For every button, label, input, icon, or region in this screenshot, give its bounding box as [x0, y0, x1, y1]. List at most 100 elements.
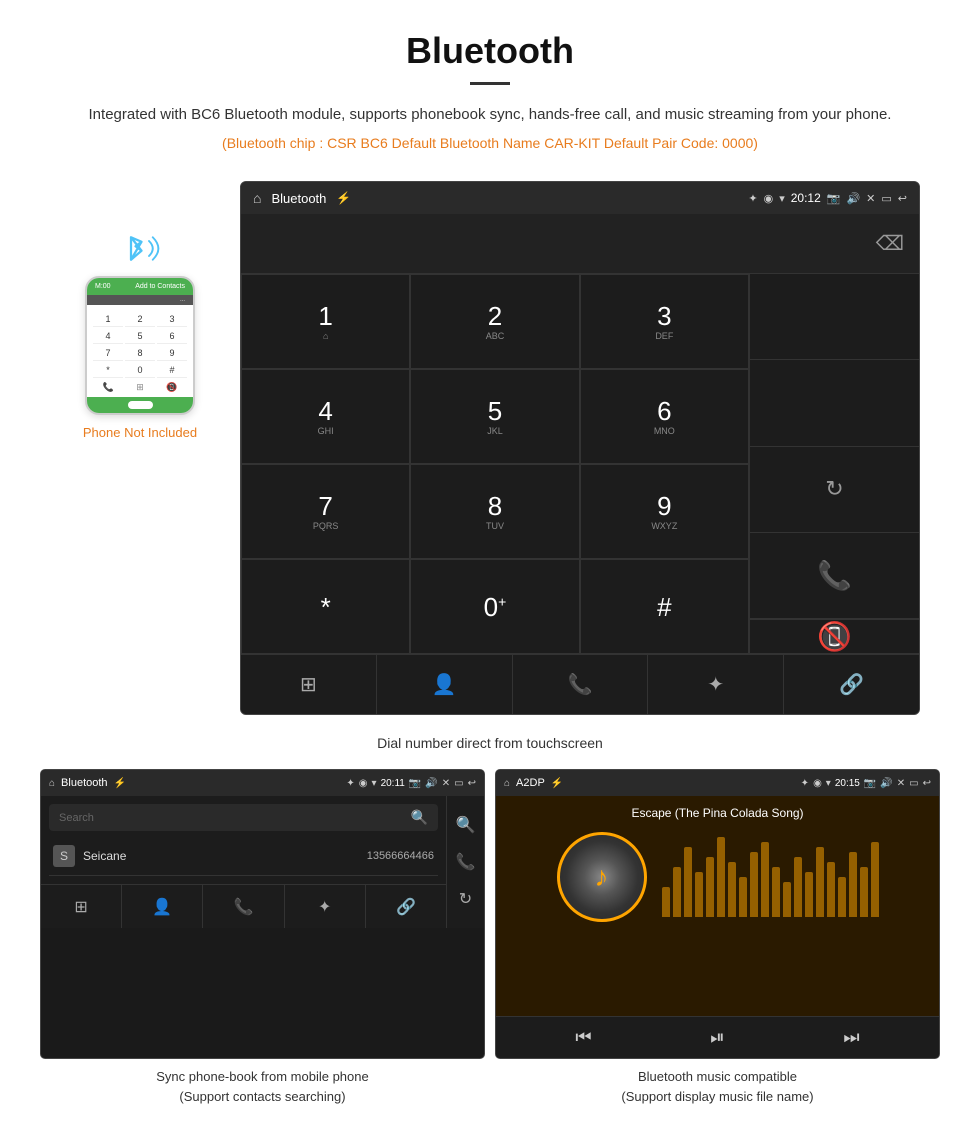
home-icon: ⌂ — [253, 190, 261, 206]
dial-key-6[interactable]: 6 MNO — [580, 369, 749, 464]
eq-bar — [750, 852, 758, 917]
next-icon[interactable]: ⏭ — [843, 1027, 859, 1048]
eq-bar — [772, 867, 780, 917]
dial-display[interactable]: ⌫ — [241, 214, 919, 274]
phonebook-content-area: Search 🔍 S Seicane 13566664466 ⊞ � — [41, 796, 484, 928]
phonebook-status-bar: ⌂ Bluetooth ⚡ ✦ ◉ ▾ 20:11 📷 🔊 ✕ ▭ ↩ — [41, 770, 484, 796]
page-title: Bluetooth — [60, 30, 920, 72]
dialpad-call-green[interactable]: 📞 — [750, 533, 919, 619]
music-wifi-icon: ▾ — [826, 778, 831, 789]
eq-bar — [684, 847, 692, 917]
dialpad-call-red[interactable]: 📵 — [750, 620, 919, 654]
backspace-icon[interactable]: ⌫ — [876, 231, 904, 256]
location-icon: ◉ — [764, 192, 774, 205]
pb-back-icon: ↩ — [468, 778, 476, 789]
phone-not-included-label: Phone Not Included — [83, 425, 197, 440]
pb-bt-icon: ✦ — [346, 778, 354, 789]
grid-icon[interactable]: ⊞ — [241, 655, 377, 714]
window-icon: ▭ — [881, 192, 891, 205]
contact-row[interactable]: S Seicane 13566664466 — [49, 837, 438, 876]
music-note-icon: ♪ — [595, 861, 609, 893]
music-controls: ⏮ ⏯ ⏭ — [496, 1016, 939, 1058]
call-green-icon: 📞 — [817, 559, 852, 592]
music-cam-icon: 📷 — [864, 778, 876, 789]
title-divider — [470, 82, 510, 85]
dial-key-7[interactable]: 7 PQRS — [241, 464, 410, 559]
pb-bt-bottom-icon[interactable]: ✦ — [285, 885, 366, 928]
eq-bar — [871, 842, 879, 917]
dial-android-screen: ⌂ Bluetooth ⚡ ✦ ◉ ▾ 20:12 📷 🔊 ✕ ▭ ↩ ⌫ — [240, 181, 920, 715]
dialpad-refresh[interactable]: ↻ — [750, 447, 919, 533]
music-usb-icon: ⚡ — [551, 778, 563, 789]
dial-status-bar: ⌂ Bluetooth ⚡ ✦ ◉ ▾ 20:12 📷 🔊 ✕ ▭ ↩ — [241, 182, 919, 214]
music-bt-icon: ✦ — [801, 778, 809, 789]
eq-bar — [827, 862, 835, 917]
refresh-icon: ↻ — [825, 476, 843, 502]
prev-icon[interactable]: ⏮ — [575, 1027, 591, 1048]
pb-call-side-icon[interactable]: 📞 — [456, 852, 476, 872]
dial-key-2[interactable]: 2 ABC — [410, 274, 579, 369]
phonebook-search[interactable]: Search 🔍 — [49, 804, 438, 831]
music-home-icon: ⌂ — [504, 778, 510, 789]
pb-cam-icon: 📷 — [409, 778, 421, 789]
pb-phone-icon[interactable]: 📞 — [203, 885, 284, 928]
phonebook-bottom-bar: ⊞ 👤 📞 ✦ 🔗 — [41, 884, 446, 928]
music-screen: ⌂ A2DP ⚡ ✦ ◉ ▾ 20:15 📷 🔊 ✕ ▭ ↩ — [495, 769, 940, 1059]
phonebook-caption: Sync phone-book from mobile phone (Suppo… — [40, 1067, 485, 1106]
play-pause-icon[interactable]: ⏯ — [710, 1027, 724, 1048]
contacts-icon[interactable]: 👤 — [377, 655, 513, 714]
pb-person-icon[interactable]: 👤 — [122, 885, 203, 928]
dial-key-4[interactable]: 4 GHI — [241, 369, 410, 464]
bluetooth-signal-icon — [110, 221, 170, 276]
dialpad-side: ↻ 📞 📵 — [749, 274, 919, 654]
eq-bar — [761, 842, 769, 917]
dial-key-0[interactable]: 0+ — [410, 559, 579, 654]
pb-grid-icon[interactable]: ⊞ — [41, 885, 122, 928]
eq-bar — [805, 872, 813, 917]
wifi-icon: ▾ — [779, 192, 785, 205]
eq-bar — [706, 857, 714, 917]
usb-icon: ⚡ — [336, 191, 351, 205]
phonebook-screen: ⌂ Bluetooth ⚡ ✦ ◉ ▾ 20:11 📷 🔊 ✕ ▭ ↩ — [40, 769, 485, 1059]
music-caption: Bluetooth music compatible (Support disp… — [495, 1067, 940, 1106]
pb-x-icon: ✕ — [442, 778, 450, 789]
music-screen-title: A2DP — [516, 777, 545, 789]
dialpad-empty-top — [750, 274, 919, 360]
contact-phone: 13566664466 — [367, 850, 434, 862]
bottom-screens: ⌂ Bluetooth ⚡ ✦ ◉ ▾ 20:11 📷 🔊 ✕ ▭ ↩ — [0, 769, 980, 1106]
dialpad-empty-2 — [750, 360, 919, 446]
phone-aside: M:00 Add to Contacts ... 123 456 789 *0#… — [60, 181, 220, 440]
pb-screen-title: Bluetooth — [61, 777, 107, 789]
eq-bar — [860, 867, 868, 917]
dial-key-5[interactable]: 5 JKL — [410, 369, 579, 464]
contact-name: Seicane — [83, 849, 367, 863]
phonebook-side-icons: 🔍 📞 ↻ — [446, 796, 484, 928]
dial-key-1[interactable]: 1 ⌂ — [241, 274, 410, 369]
music-loc-icon: ◉ — [813, 778, 822, 789]
music-art-area: ♪ — [506, 832, 929, 922]
bt-icon[interactable]: ✦ — [648, 655, 784, 714]
dial-key-hash[interactable]: # — [580, 559, 749, 654]
phone-icon[interactable]: 📞 — [513, 655, 649, 714]
pb-loc-icon: ◉ — [359, 778, 368, 789]
eq-bar — [849, 852, 857, 917]
eq-bar — [739, 877, 747, 917]
pb-refresh-side-icon[interactable]: ↻ — [459, 889, 472, 909]
search-icon: 🔍 — [411, 809, 428, 826]
music-content: Escape (The Pina Colada Song) ♪ — [496, 796, 939, 1016]
music-win-icon: ▭ — [909, 778, 918, 789]
link-icon[interactable]: 🔗 — [784, 655, 919, 714]
x-icon: ✕ — [866, 192, 875, 205]
pb-search-side-icon[interactable]: 🔍 — [456, 815, 476, 835]
eq-bar — [673, 867, 681, 917]
dial-key-9[interactable]: 9 WXYZ — [580, 464, 749, 559]
dial-key-3[interactable]: 3 DEF — [580, 274, 749, 369]
dial-key-star[interactable]: * — [241, 559, 410, 654]
music-song-title: Escape (The Pina Colada Song) — [631, 806, 803, 820]
dial-time: 20:12 — [791, 191, 821, 205]
eq-bar — [816, 847, 824, 917]
pb-vol-icon: 🔊 — [425, 778, 437, 789]
pb-link-icon[interactable]: 🔗 — [366, 885, 446, 928]
pb-time: 20:11 — [381, 778, 405, 789]
dial-key-8[interactable]: 8 TUV — [410, 464, 579, 559]
